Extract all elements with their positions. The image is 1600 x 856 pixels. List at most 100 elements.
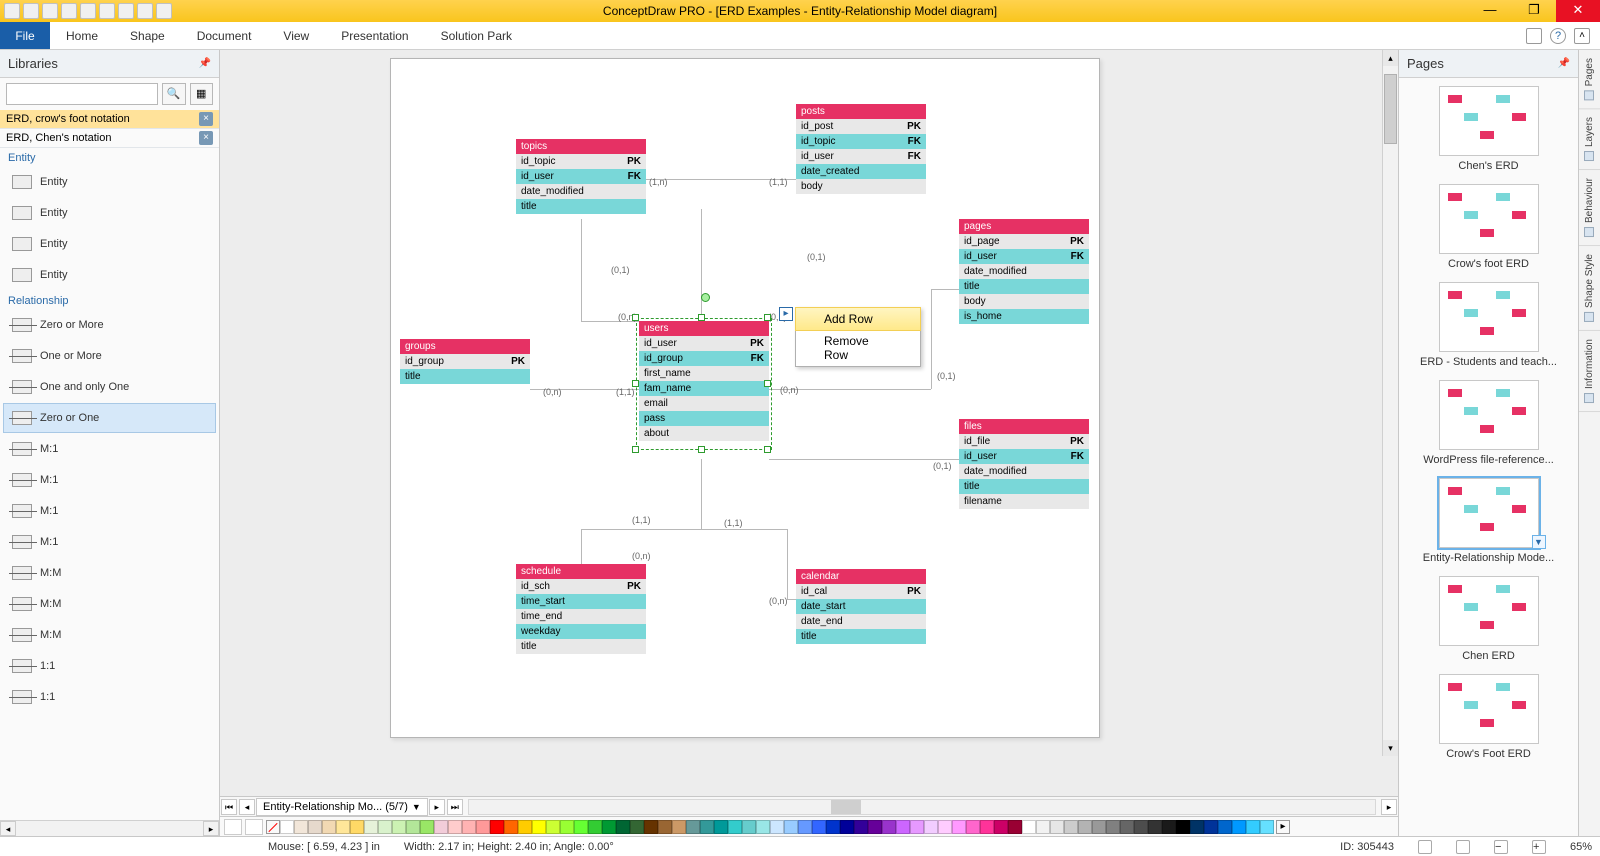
color-swatch[interactable]	[630, 820, 644, 834]
qat-new-icon[interactable]	[23, 3, 39, 19]
color-swatch[interactable]	[308, 820, 322, 834]
color-swatch[interactable]	[490, 820, 504, 834]
library-tag-chen[interactable]: ERD, Chen's notation ×	[0, 129, 219, 148]
color-swatch[interactable]	[1204, 820, 1218, 834]
color-swatch[interactable]	[840, 820, 854, 834]
color-swatch[interactable]	[602, 820, 616, 834]
color-swatch[interactable]	[434, 820, 448, 834]
ribbon-tab-home[interactable]: Home	[50, 22, 114, 49]
minimize-button[interactable]: —	[1468, 0, 1512, 22]
help-icon[interactable]: ?	[1550, 28, 1566, 44]
color-swatch[interactable]	[448, 820, 462, 834]
close-icon[interactable]: ×	[199, 131, 213, 145]
library-view-icon[interactable]: ▦	[190, 83, 214, 105]
tab-last-icon[interactable]: ⏭	[447, 799, 463, 815]
color-swatch[interactable]	[1176, 820, 1190, 834]
color-swatch[interactable]	[1050, 820, 1064, 834]
side-tab-behaviour[interactable]: Behaviour	[1579, 170, 1600, 246]
library-item[interactable]: Entity	[3, 198, 216, 228]
library-tag-crows-foot[interactable]: ERD, crow's foot notation ×	[0, 110, 219, 129]
hand-tool-icon[interactable]	[1418, 840, 1432, 854]
color-swatch[interactable]	[686, 820, 700, 834]
smart-tag-button[interactable]: ▸	[779, 307, 793, 321]
color-swatch[interactable]	[1106, 820, 1120, 834]
ribbon-tab-view[interactable]: View	[267, 22, 325, 49]
side-tab-information[interactable]: Information	[1579, 331, 1600, 412]
color-swatch[interactable]	[1008, 820, 1022, 834]
color-swatch[interactable]	[392, 820, 406, 834]
close-button[interactable]: ✕	[1556, 0, 1600, 22]
color-swatch[interactable]	[714, 820, 728, 834]
tab-next-icon[interactable]: ▸	[429, 799, 445, 815]
erd-table-files[interactable]: filesid_filePKid_userFKdate_modifiedtitl…	[959, 419, 1089, 509]
color-swatch[interactable]	[952, 820, 966, 834]
fill-tool-icon[interactable]	[224, 819, 242, 835]
context-menu-item[interactable]: Remove Row	[796, 330, 920, 366]
selection-handle[interactable]	[764, 380, 771, 387]
color-swatch[interactable]	[700, 820, 714, 834]
color-swatch[interactable]	[994, 820, 1008, 834]
color-swatch[interactable]	[644, 820, 658, 834]
library-item[interactable]: Entity	[3, 260, 216, 290]
color-swatch[interactable]	[826, 820, 840, 834]
color-swatch[interactable]	[1232, 820, 1246, 834]
color-swatch[interactable]	[1092, 820, 1106, 834]
library-item[interactable]: M:M	[3, 589, 216, 619]
rotation-handle[interactable]	[701, 293, 710, 302]
library-item[interactable]: Entity	[3, 167, 216, 197]
scroll-left-icon[interactable]: ◂	[0, 821, 16, 836]
color-swatch[interactable]	[1218, 820, 1232, 834]
library-search-input[interactable]	[6, 83, 158, 105]
color-swatch[interactable]	[518, 820, 532, 834]
page-thumbnail[interactable]	[1439, 674, 1539, 744]
color-swatch[interactable]	[756, 820, 770, 834]
qat-save-icon[interactable]	[61, 3, 77, 19]
chevron-down-icon[interactable]: ▼	[412, 799, 421, 815]
qat-copy-icon[interactable]	[137, 3, 153, 19]
search-icon[interactable]: 🔍	[162, 83, 186, 105]
qat-paste-icon[interactable]	[156, 3, 172, 19]
selection-handle[interactable]	[698, 446, 705, 453]
panels-icon[interactable]	[1526, 28, 1542, 44]
color-swatch[interactable]	[1190, 820, 1204, 834]
color-swatch[interactable]	[742, 820, 756, 834]
color-swatch[interactable]	[504, 820, 518, 834]
color-swatch[interactable]	[322, 820, 336, 834]
no-fill-swatch[interactable]	[266, 820, 280, 834]
ribbon-tab-shape[interactable]: Shape	[114, 22, 181, 49]
erd-table-schedule[interactable]: scheduleid_schPKtime_starttime_endweekda…	[516, 564, 646, 654]
library-item[interactable]: 1:1	[3, 682, 216, 712]
erd-table-calendar[interactable]: calendarid_calPKdate_startdate_endtitle	[796, 569, 926, 644]
library-item[interactable]: 1:1	[3, 651, 216, 681]
side-tab-layers[interactable]: Layers	[1579, 109, 1600, 170]
horizontal-scrollbar[interactable]	[468, 799, 1376, 815]
color-swatch[interactable]	[350, 820, 364, 834]
zoom-out-icon[interactable]: −	[1494, 840, 1508, 854]
page-thumbnail[interactable]	[1439, 282, 1539, 352]
fit-page-icon[interactable]	[1456, 840, 1470, 854]
library-item[interactable]: M:1	[3, 434, 216, 464]
page-thumbnail[interactable]	[1439, 86, 1539, 156]
qat-undo-icon[interactable]	[80, 3, 96, 19]
color-swatch[interactable]	[924, 820, 938, 834]
qat-redo-icon[interactable]	[99, 3, 115, 19]
qat-print-icon[interactable]	[118, 3, 134, 19]
color-swatch[interactable]	[336, 820, 350, 834]
page-thumbnail[interactable]: ▼	[1439, 478, 1539, 548]
color-swatch[interactable]	[476, 820, 490, 834]
library-item[interactable]: M:1	[3, 465, 216, 495]
library-item[interactable]: M:M	[3, 620, 216, 650]
color-swatch[interactable]	[938, 820, 952, 834]
color-swatch[interactable]	[1260, 820, 1274, 834]
erd-table-groups[interactable]: groupsid_groupPKtitle	[400, 339, 530, 384]
color-swatch[interactable]	[280, 820, 294, 834]
color-swatch[interactable]	[784, 820, 798, 834]
color-swatch[interactable]	[1064, 820, 1078, 834]
tab-prev-icon[interactable]: ◂	[239, 799, 255, 815]
more-colors-icon[interactable]: ▸	[1276, 820, 1290, 834]
erd-table-pages[interactable]: pagesid_pagePKid_userFKdate_modifiedtitl…	[959, 219, 1089, 324]
pin-icon[interactable]: 📌	[199, 58, 211, 69]
tab-first-icon[interactable]: ⏮	[221, 799, 237, 815]
erd-table-topics[interactable]: topicsid_topicPKid_userFKdate_modifiedti…	[516, 139, 646, 214]
ribbon-tab-presentation[interactable]: Presentation	[325, 22, 424, 49]
